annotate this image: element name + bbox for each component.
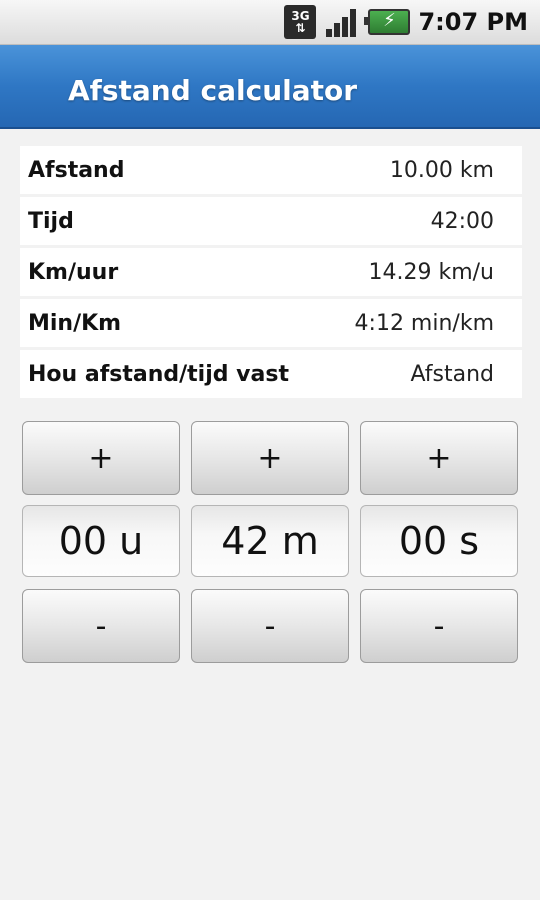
seconds-plus-button[interactable]: +: [360, 421, 518, 495]
row-label: Tijd: [28, 208, 74, 234]
app-title: Afstand calculator: [68, 74, 358, 107]
row-min-km[interactable]: Min/Km 4:12 min/km: [20, 299, 522, 347]
info-list: Afstand 10.00 km Tijd 42:00 Km/uur 14.29…: [20, 146, 522, 401]
minutes-minus-button[interactable]: -: [191, 589, 349, 663]
seconds-display: 00 s: [360, 505, 518, 577]
signal-strength-icon: [324, 5, 360, 39]
status-icons: 3G ⇅ ⚡ 7:07 PM: [284, 0, 528, 44]
row-hou-vast[interactable]: Hou afstand/tijd vast Afstand: [20, 350, 522, 398]
status-time: 7:07 PM: [418, 8, 528, 36]
app-title-bar: Afstand calculator: [0, 45, 540, 129]
row-tijd[interactable]: Tijd 42:00: [20, 197, 522, 245]
seconds-minus-button[interactable]: -: [360, 589, 518, 663]
row-value: 14.29 km/u: [368, 259, 494, 285]
row-km-uur[interactable]: Km/uur 14.29 km/u: [20, 248, 522, 296]
row-value: 42:00: [430, 208, 494, 234]
row-afstand[interactable]: Afstand 10.00 km: [20, 146, 522, 194]
row-value: Afstand: [410, 361, 495, 387]
row-value: 4:12 min/km: [354, 310, 494, 336]
network-3g-icon: 3G ⇅: [284, 5, 317, 39]
row-value: 10.00 km: [389, 157, 494, 183]
data-arrows-icon: ⇅: [295, 21, 306, 35]
battery-charging-icon: ⚡: [364, 9, 411, 35]
hours-plus-button[interactable]: +: [22, 421, 180, 495]
minutes-plus-button[interactable]: +: [191, 421, 349, 495]
minutes-display: 42 m: [191, 505, 349, 577]
status-bar: 3G ⇅ ⚡ 7:07 PM: [0, 0, 540, 45]
row-label: Min/Km: [28, 310, 122, 336]
hours-minus-button[interactable]: -: [22, 589, 180, 663]
hours-display: 00 u: [22, 505, 180, 577]
row-label: Afstand: [28, 157, 125, 183]
row-label: Km/uur: [28, 259, 119, 285]
row-label: Hou afstand/tijd vast: [28, 361, 289, 387]
